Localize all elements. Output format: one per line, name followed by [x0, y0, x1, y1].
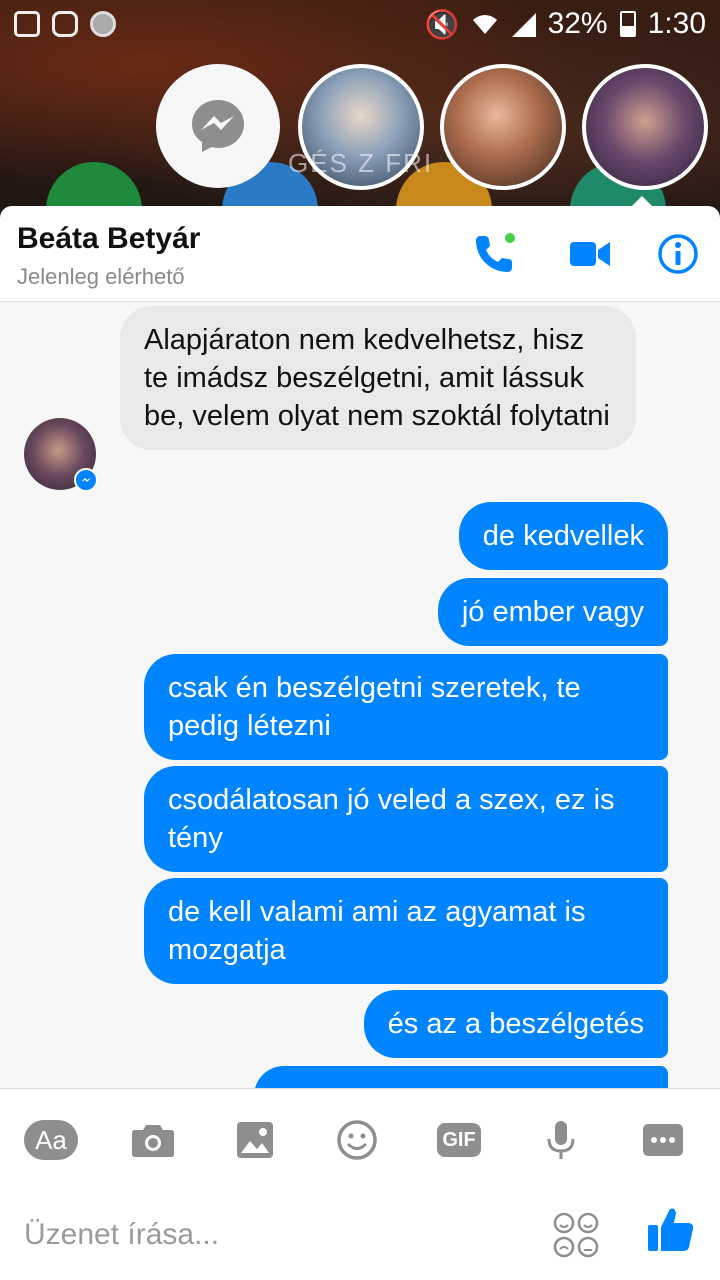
status-bar: 🔇 32% 1:30: [0, 0, 720, 48]
voice-button[interactable]: [534, 1113, 588, 1167]
instagram-notification-icon: [52, 11, 78, 37]
chat-head-avatar[interactable]: [440, 64, 566, 190]
microphone-icon: [547, 1121, 575, 1159]
disc-notification-icon: [90, 11, 116, 37]
mute-icon: 🔇: [424, 8, 460, 40]
gallery-notification-icon: [14, 11, 40, 37]
image-icon: [237, 1122, 273, 1158]
outgoing-message[interactable]: de kedvellek: [458, 502, 668, 570]
video-call-button[interactable]: [566, 230, 614, 278]
battery-icon: [619, 11, 636, 37]
messenger-badge-icon: [74, 468, 98, 492]
wifi-icon: [472, 15, 497, 34]
incoming-message[interactable]: Alapjáraton nem kedvelhetsz, hisz te imá…: [120, 306, 636, 450]
signal-icon: [511, 13, 536, 37]
outgoing-message[interactable]: és az a beszélgetés: [363, 990, 668, 1058]
chat-heads-row: GÉS Z FRI: [0, 64, 720, 194]
emoji-icon: [337, 1120, 377, 1160]
messenger-icon: [192, 100, 244, 152]
stickers-button[interactable]: [552, 1211, 600, 1259]
chat-header: Beáta Betyár Jelenleg elérhető: [0, 206, 720, 302]
like-button[interactable]: [646, 1205, 696, 1255]
info-button[interactable]: [654, 230, 702, 278]
wallpaper-text: GÉS Z FRI: [288, 148, 434, 178]
outgoing-message[interactable]: csak én beszélgetni szeretek, te pedig l…: [144, 654, 668, 760]
gif-icon: GIF: [437, 1123, 481, 1157]
outgoing-message[interactable]: de kell valami ami az agyamat is mozgatj…: [144, 878, 668, 984]
call-button[interactable]: [470, 230, 518, 278]
outgoing-message[interactable]: [254, 1066, 668, 1088]
more-icon: [643, 1124, 683, 1156]
camera-button[interactable]: [126, 1113, 180, 1167]
battery-percent: 32%: [547, 7, 608, 40]
outgoing-message[interactable]: csodálatosan jó veled a szex, ez is tény: [144, 766, 668, 872]
aa-icon: Aa: [24, 1120, 78, 1160]
composer: Aa GIF: [0, 1088, 720, 1280]
video-icon: [570, 242, 610, 266]
message-list[interactable]: Alapjáraton nem kedvelhetsz, hisz te imá…: [0, 302, 720, 1088]
outgoing-message[interactable]: jó ember vagy: [437, 578, 668, 646]
gallery-button[interactable]: [228, 1113, 282, 1167]
camera-icon: [132, 1125, 174, 1157]
info-icon: [658, 234, 698, 274]
phone-icon: [476, 233, 515, 272]
emoji-button[interactable]: [330, 1113, 384, 1167]
clock: 1:30: [647, 7, 706, 40]
gif-button[interactable]: GIF: [432, 1113, 486, 1167]
contact-status: Jelenleg elérhető: [17, 264, 185, 289]
chat-head-avatar-active[interactable]: [582, 64, 708, 190]
contact-name[interactable]: Beáta Betyár: [17, 222, 200, 256]
text-format-button[interactable]: Aa: [24, 1113, 78, 1167]
like-icon: [648, 1208, 694, 1251]
more-button[interactable]: [636, 1113, 690, 1167]
message-input[interactable]: [24, 1213, 504, 1257]
stickers-icon: [553, 1212, 599, 1258]
messenger-chat-head[interactable]: [156, 64, 280, 188]
